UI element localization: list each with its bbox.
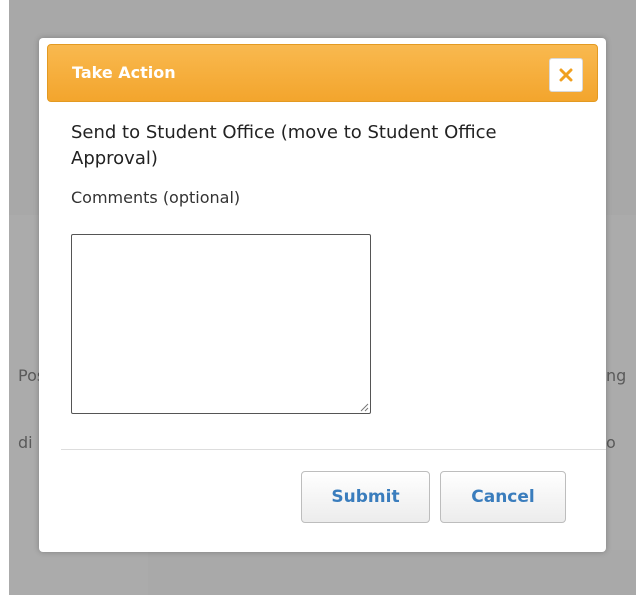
submit-button[interactable]: Submit [301,471,430,523]
dialog-divider [61,449,606,450]
close-icon [559,68,573,82]
background-panel [148,550,636,595]
take-action-dialog: Take Action Send to Student Office (move… [39,38,606,552]
action-heading: Send to Student Office (move to Student … [71,122,497,169]
dialog-title: Take Action [72,63,176,82]
background-text: ng [606,366,627,385]
background-text: di [18,433,33,452]
close-button[interactable] [549,58,583,92]
cancel-button[interactable]: Cancel [440,471,566,523]
comments-label: Comments (optional) [71,188,241,207]
background-left-edge [0,0,9,595]
background-text: o [606,433,616,452]
dialog-titlebar: Take Action [47,44,598,102]
resize-grip-icon[interactable] [357,400,369,412]
comments-textarea[interactable] [71,234,371,414]
